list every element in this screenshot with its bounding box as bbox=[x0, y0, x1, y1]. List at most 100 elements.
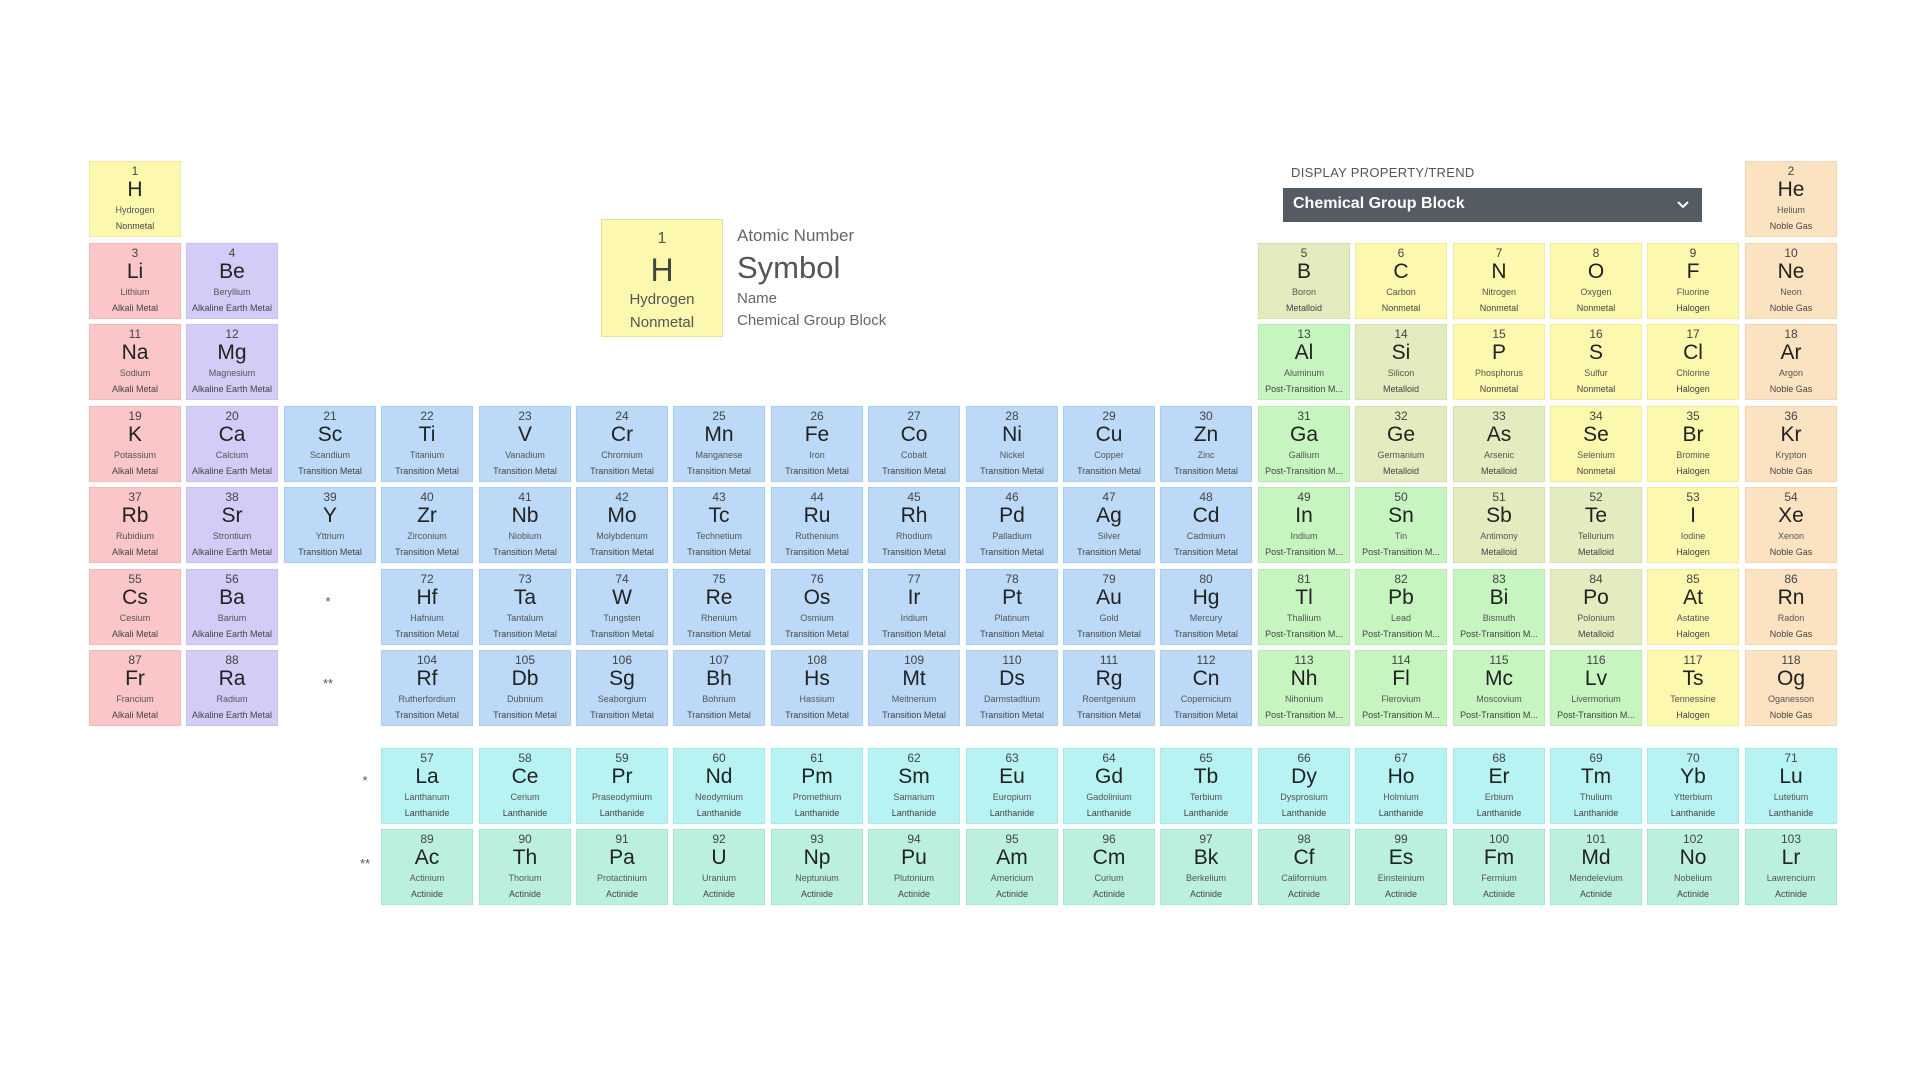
element-cell-cd[interactable]: 48 Cd Cadmium Transition Metal bbox=[1159, 486, 1253, 564]
element-cell-pt[interactable]: 78 Pt Platinum Transition Metal bbox=[965, 568, 1059, 646]
element-cell-zn[interactable]: 30 Zn Zinc Transition Metal bbox=[1159, 405, 1253, 483]
element-cell-ds[interactable]: 110 Ds Darmstadtium Transition Metal bbox=[965, 649, 1059, 727]
element-cell-yb[interactable]: 70 Yb Ytterbium Lanthanide bbox=[1646, 747, 1740, 825]
element-cell-ge[interactable]: 32 Ge Germanium Metalloid bbox=[1354, 405, 1448, 483]
element-cell-sn[interactable]: 50 Sn Tin Post-Transition M... bbox=[1354, 486, 1448, 564]
element-cell-lr[interactable]: 103 Lr Lawrencium Actinide bbox=[1744, 828, 1838, 906]
element-cell-rh[interactable]: 45 Rh Rhodium Transition Metal bbox=[867, 486, 961, 564]
element-cell-ru[interactable]: 44 Ru Ruthenium Transition Metal bbox=[770, 486, 864, 564]
element-cell-mg[interactable]: 12 Mg Magnesium Alkaline Earth Metal bbox=[185, 323, 279, 401]
element-cell-hf[interactable]: 72 Hf Hafnium Transition Metal bbox=[380, 568, 474, 646]
element-cell-cf[interactable]: 98 Cf Californium Actinide bbox=[1257, 828, 1351, 906]
element-cell-li[interactable]: 3 Li Lithium Alkali Metal bbox=[88, 242, 182, 320]
element-cell-br[interactable]: 35 Br Bromine Halogen bbox=[1646, 405, 1740, 483]
element-cell-ac[interactable]: 89 Ac Actinium Actinide bbox=[380, 828, 474, 906]
element-cell-er[interactable]: 68 Er Erbium Lanthanide bbox=[1452, 747, 1546, 825]
element-cell-fr[interactable]: 87 Fr Francium Alkali Metal bbox=[88, 649, 182, 727]
element-cell-np[interactable]: 93 Np Neptunium Actinide bbox=[770, 828, 864, 906]
element-cell-ca[interactable]: 20 Ca Calcium Alkaline Earth Metal bbox=[185, 405, 279, 483]
element-cell-hs[interactable]: 108 Hs Hassium Transition Metal bbox=[770, 649, 864, 727]
element-cell-tb[interactable]: 65 Tb Terbium Lanthanide bbox=[1159, 747, 1253, 825]
element-cell-na[interactable]: 11 Na Sodium Alkali Metal bbox=[88, 323, 182, 401]
element-cell-rg[interactable]: 111 Rg Roentgenium Transition Metal bbox=[1062, 649, 1156, 727]
element-cell-ts[interactable]: 117 Ts Tennessine Halogen bbox=[1646, 649, 1740, 727]
element-cell-og[interactable]: 118 Og Oganesson Noble Gas bbox=[1744, 649, 1838, 727]
element-cell-bh[interactable]: 107 Bh Bohrium Transition Metal bbox=[672, 649, 766, 727]
element-cell-ce[interactable]: 58 Ce Cerium Lanthanide bbox=[478, 747, 572, 825]
element-cell-fl[interactable]: 114 Fl Flerovium Post-Transition M... bbox=[1354, 649, 1448, 727]
element-cell-si[interactable]: 14 Si Silicon Metalloid bbox=[1354, 323, 1448, 401]
element-cell-sr[interactable]: 38 Sr Strontium Alkaline Earth Metal bbox=[185, 486, 279, 564]
element-cell-es[interactable]: 99 Es Einsteinium Actinide bbox=[1354, 828, 1448, 906]
element-cell-ni[interactable]: 28 Ni Nickel Transition Metal bbox=[965, 405, 1059, 483]
element-cell-rf[interactable]: 104 Rf Rutherfordium Transition Metal bbox=[380, 649, 474, 727]
element-cell-xe[interactable]: 54 Xe Xenon Noble Gas bbox=[1744, 486, 1838, 564]
element-cell-sg[interactable]: 106 Sg Seaborgium Transition Metal bbox=[575, 649, 669, 727]
element-cell-ti[interactable]: 22 Ti Titanium Transition Metal bbox=[380, 405, 474, 483]
element-cell-o[interactable]: 8 O Oxygen Nonmetal bbox=[1549, 242, 1643, 320]
element-cell-os[interactable]: 76 Os Osmium Transition Metal bbox=[770, 568, 864, 646]
element-cell-be[interactable]: 4 Be Beryllium Alkaline Earth Metal bbox=[185, 242, 279, 320]
element-cell-w[interactable]: 74 W Tungsten Transition Metal bbox=[575, 568, 669, 646]
element-cell-eu[interactable]: 63 Eu Europium Lanthanide bbox=[965, 747, 1059, 825]
element-cell-kr[interactable]: 36 Kr Krypton Noble Gas bbox=[1744, 405, 1838, 483]
element-cell-re[interactable]: 75 Re Rhenium Transition Metal bbox=[672, 568, 766, 646]
property-selector-dropdown[interactable]: Chemical Group Block bbox=[1283, 188, 1702, 222]
element-cell-hg[interactable]: 80 Hg Mercury Transition Metal bbox=[1159, 568, 1253, 646]
element-cell-au[interactable]: 79 Au Gold Transition Metal bbox=[1062, 568, 1156, 646]
element-cell-p[interactable]: 15 P Phosphorus Nonmetal bbox=[1452, 323, 1546, 401]
element-cell-u[interactable]: 92 U Uranium Actinide bbox=[672, 828, 766, 906]
element-cell-dy[interactable]: 66 Dy Dysprosium Lanthanide bbox=[1257, 747, 1351, 825]
element-cell-v[interactable]: 23 V Vanadium Transition Metal bbox=[478, 405, 572, 483]
element-cell-la[interactable]: 57 La Lanthanum Lanthanide bbox=[380, 747, 474, 825]
element-cell-pd[interactable]: 46 Pd Palladium Transition Metal bbox=[965, 486, 1059, 564]
element-cell-rb[interactable]: 37 Rb Rubidium Alkali Metal bbox=[88, 486, 182, 564]
element-cell-zr[interactable]: 40 Zr Zirconium Transition Metal bbox=[380, 486, 474, 564]
element-cell-ag[interactable]: 47 Ag Silver Transition Metal bbox=[1062, 486, 1156, 564]
element-cell-mn[interactable]: 25 Mn Manganese Transition Metal bbox=[672, 405, 766, 483]
element-cell-gd[interactable]: 64 Gd Gadolinium Lanthanide bbox=[1062, 747, 1156, 825]
element-cell-he[interactable]: 2 He Helium Noble Gas bbox=[1744, 160, 1838, 238]
element-cell-no[interactable]: 102 No Nobelium Actinide bbox=[1646, 828, 1740, 906]
element-cell-pr[interactable]: 59 Pr Praseodymium Lanthanide bbox=[575, 747, 669, 825]
element-cell-ar[interactable]: 18 Ar Argon Noble Gas bbox=[1744, 323, 1838, 401]
element-cell-b[interactable]: 5 B Boron Metalloid bbox=[1257, 242, 1351, 320]
element-cell-bk[interactable]: 97 Bk Berkelium Actinide bbox=[1159, 828, 1253, 906]
element-cell-pm[interactable]: 61 Pm Promethium Lanthanide bbox=[770, 747, 864, 825]
element-cell-mc[interactable]: 115 Mc Moscovium Post-Transition M... bbox=[1452, 649, 1546, 727]
element-cell-ne[interactable]: 10 Ne Neon Noble Gas bbox=[1744, 242, 1838, 320]
element-cell-cl[interactable]: 17 Cl Chlorine Halogen bbox=[1646, 323, 1740, 401]
element-cell-lu[interactable]: 71 Lu Lutetium Lanthanide bbox=[1744, 747, 1838, 825]
element-cell-th[interactable]: 90 Th Thorium Actinide bbox=[478, 828, 572, 906]
element-cell-am[interactable]: 95 Am Americium Actinide bbox=[965, 828, 1059, 906]
element-cell-sc[interactable]: 21 Sc Scandium Transition Metal bbox=[283, 405, 377, 483]
element-cell-nd[interactable]: 60 Nd Neodymium Lanthanide bbox=[672, 747, 766, 825]
element-cell-te[interactable]: 52 Te Tellurium Metalloid bbox=[1549, 486, 1643, 564]
element-cell-ba[interactable]: 56 Ba Barium Alkaline Earth Metal bbox=[185, 568, 279, 646]
element-cell-cr[interactable]: 24 Cr Chromium Transition Metal bbox=[575, 405, 669, 483]
element-cell-se[interactable]: 34 Se Selenium Nonmetal bbox=[1549, 405, 1643, 483]
element-cell-k[interactable]: 19 K Potassium Alkali Metal bbox=[88, 405, 182, 483]
element-cell-pa[interactable]: 91 Pa Protactinium Actinide bbox=[575, 828, 669, 906]
element-cell-tl[interactable]: 81 Tl Thallium Post-Transition M... bbox=[1257, 568, 1351, 646]
element-cell-cn[interactable]: 112 Cn Copernicium Transition Metal bbox=[1159, 649, 1253, 727]
element-cell-bi[interactable]: 83 Bi Bismuth Post-Transition M... bbox=[1452, 568, 1546, 646]
element-cell-pu[interactable]: 94 Pu Plutonium Actinide bbox=[867, 828, 961, 906]
element-cell-h[interactable]: 1 H Hydrogen Nonmetal bbox=[88, 160, 182, 238]
element-cell-in[interactable]: 49 In Indium Post-Transition M... bbox=[1257, 486, 1351, 564]
element-cell-pb[interactable]: 82 Pb Lead Post-Transition M... bbox=[1354, 568, 1448, 646]
element-cell-ga[interactable]: 31 Ga Gallium Post-Transition M... bbox=[1257, 405, 1351, 483]
element-cell-md[interactable]: 101 Md Mendelevium Actinide bbox=[1549, 828, 1643, 906]
element-cell-mt[interactable]: 109 Mt Meitnerium Transition Metal bbox=[867, 649, 961, 727]
element-cell-lv[interactable]: 116 Lv Livermorium Post-Transition M... bbox=[1549, 649, 1643, 727]
element-cell-mo[interactable]: 42 Mo Molybdenum Transition Metal bbox=[575, 486, 669, 564]
element-cell-ir[interactable]: 77 Ir Iridium Transition Metal bbox=[867, 568, 961, 646]
element-cell-y[interactable]: 39 Y Yttrium Transition Metal bbox=[283, 486, 377, 564]
element-cell-cs[interactable]: 55 Cs Cesium Alkali Metal bbox=[88, 568, 182, 646]
element-cell-at[interactable]: 85 At Astatine Halogen bbox=[1646, 568, 1740, 646]
element-cell-fm[interactable]: 100 Fm Fermium Actinide bbox=[1452, 828, 1546, 906]
element-cell-co[interactable]: 27 Co Cobalt Transition Metal bbox=[867, 405, 961, 483]
element-cell-al[interactable]: 13 Al Aluminum Post-Transition M... bbox=[1257, 323, 1351, 401]
element-cell-fe[interactable]: 26 Fe Iron Transition Metal bbox=[770, 405, 864, 483]
element-cell-i[interactable]: 53 I Iodine Halogen bbox=[1646, 486, 1740, 564]
